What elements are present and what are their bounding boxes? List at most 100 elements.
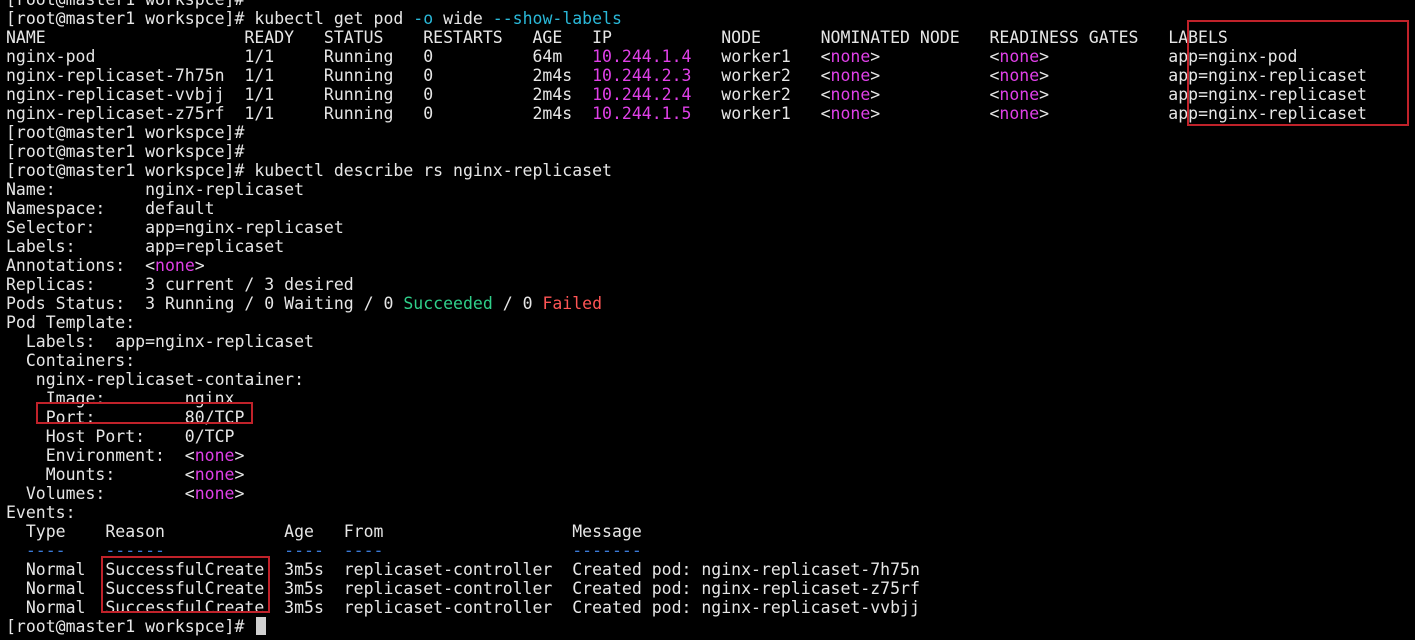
terminal-text: 10.244.1.5: [592, 104, 692, 123]
terminal-text: [root@master1 workspce]#: [6, 123, 245, 142]
terminal-text: >: [234, 446, 245, 465]
terminal-line: nginx-replicaset-z75rf 1/1 Running 0 2m4…: [6, 104, 1367, 123]
terminal-line: Pods Status: 3 Running / 0 Waiting / 0 S…: [6, 294, 602, 313]
terminal-text: Host Port: 0/TCP: [6, 427, 235, 446]
terminal-text: [root@master1 workspce]#: [6, 142, 245, 161]
terminal-text: none: [194, 484, 235, 503]
terminal-line: Mounts: <none>: [6, 465, 245, 484]
terminal-line: nginx-replicaset-7h75n 1/1 Running 0 2m4…: [6, 66, 1367, 85]
terminal-text: >: [234, 465, 245, 484]
terminal-line: [root@master1 workspce]# kubectl get pod…: [6, 9, 622, 28]
terminal-text: >: [234, 484, 245, 503]
terminal-line: [root@master1 workspce]#: [6, 123, 244, 142]
terminal-line: Port: 80/TCP: [6, 408, 245, 427]
terminal-text: none: [999, 104, 1040, 123]
terminal-line: Image: nginx: [6, 389, 235, 408]
terminal-text: none: [194, 465, 235, 484]
terminal-text: > app=nginx-pod: [1039, 47, 1298, 66]
terminal-cursor[interactable]: [256, 617, 267, 635]
terminal-line: Replicas: 3 current / 3 desired: [6, 275, 354, 294]
terminal-line: nginx-replicaset-vvbjj 1/1 Running 0 2m4…: [6, 85, 1367, 104]
terminal-line: Environment: <none>: [6, 446, 245, 465]
terminal-text: [root@master1 workspce]# kubectl get pod: [6, 9, 414, 28]
terminal-line: [root@master1 workspce]#: [6, 142, 244, 161]
terminal-text: worker1 <: [691, 104, 831, 123]
terminal-line: ---- ------ ---- ---- -------: [6, 541, 642, 560]
terminal-text: -o: [413, 9, 434, 28]
terminal-text: Failed: [542, 294, 603, 313]
terminal-line: Labels: app=nginx-replicaset: [6, 332, 314, 351]
terminal-line: NAME READY STATUS RESTARTS AGE IP NODE N…: [6, 28, 1228, 47]
terminal-text: > <: [870, 66, 1000, 85]
terminal-text: nginx-replicaset-vvbjj 1/1 Running 0 2m4…: [6, 85, 593, 104]
terminal-text: none: [999, 47, 1040, 66]
terminal-text: Containers:: [6, 351, 136, 370]
terminal-text: Type Reason Age From Message: [6, 522, 642, 541]
terminal-text: ---- ------ ---- ---- -------: [6, 541, 642, 560]
terminal-line: Normal SuccessfulCreate 3m5s replicaset-…: [6, 598, 920, 617]
terminal-text: [root@master1 workspce]# kubectl describ…: [6, 161, 612, 180]
terminal-line: Name: nginx-replicaset: [6, 180, 304, 199]
terminal-text: none: [999, 85, 1040, 104]
terminal-line: Containers:: [6, 351, 135, 370]
terminal-text: 10.244.2.4: [592, 85, 692, 104]
terminal-text: [root@master1 workspce]#: [6, 0, 254, 9]
terminal-text: Replicas: 3 current / 3 desired: [6, 275, 354, 294]
terminal-text: Events:: [6, 503, 76, 522]
terminal-line: Volumes: <none>: [6, 484, 245, 503]
terminal-text: [root@master1 workspce]#: [6, 617, 255, 636]
terminal-text: Normal SuccessfulCreate 3m5s replicaset-…: [6, 598, 920, 617]
terminal-line: Selector: app=nginx-replicaset: [6, 218, 344, 237]
terminal-line: Normal SuccessfulCreate 3m5s replicaset-…: [6, 579, 920, 598]
terminal-text: Mounts: <: [6, 465, 195, 484]
terminal-text: Selector: app=nginx-replicaset: [6, 218, 344, 237]
terminal-text: nginx-replicaset-container:: [6, 370, 305, 389]
terminal-text: Succeeded: [403, 294, 493, 313]
terminal-text: Port: 80/TCP: [6, 408, 245, 427]
terminal-text: Environment: <: [6, 446, 195, 465]
terminal-text: Normal SuccessfulCreate 3m5s replicaset-…: [6, 560, 920, 579]
terminal-text: --show-labels: [492, 9, 622, 28]
terminal-line: nginx-replicaset-container:: [6, 370, 304, 389]
terminal-text: >: [194, 256, 205, 275]
terminal-text: Image: nginx: [6, 389, 235, 408]
terminal-text: 10.244.2.3: [592, 66, 692, 85]
terminal-text: none: [830, 85, 871, 104]
terminal-text: worker2 <: [691, 66, 831, 85]
terminal-text: worker1 <: [691, 47, 831, 66]
terminal-text: Namespace: default: [6, 199, 215, 218]
terminal-text: Annotations: <: [6, 256, 156, 275]
terminal-text: none: [999, 66, 1040, 85]
terminal-text: 10.244.1.4: [592, 47, 692, 66]
terminal-text: > app=nginx-replicaset: [1039, 104, 1367, 123]
terminal-output[interactable]: [root@master1 workspce]# [root@master1 w…: [6, 0, 1415, 640]
terminal-line: Annotations: <none>: [6, 256, 205, 275]
terminal-line: Type Reason Age From Message: [6, 522, 642, 541]
terminal-text: > <: [870, 47, 1000, 66]
terminal-text: Pods Status: 3 Running / 0 Waiting / 0: [6, 294, 404, 313]
terminal-text: > app=nginx-replicaset: [1039, 85, 1367, 104]
terminal-text: worker2 <: [691, 85, 831, 104]
terminal-line: Normal SuccessfulCreate 3m5s replicaset-…: [6, 560, 920, 579]
terminal-text: Pod Template:: [6, 313, 136, 332]
terminal-text: > <: [870, 104, 1000, 123]
terminal-text: nginx-replicaset-z75rf 1/1 Running 0 2m4…: [6, 104, 593, 123]
terminal-text: Labels: app=nginx-replicaset: [6, 332, 314, 351]
terminal-text: none: [830, 47, 871, 66]
terminal-line: [root@master1 workspce]#: [6, 617, 267, 636]
terminal-line: Events:: [6, 503, 76, 522]
terminal-text: Normal SuccessfulCreate 3m5s replicaset-…: [6, 579, 920, 598]
terminal-line: nginx-pod 1/1 Running 0 64m 10.244.1.4 w…: [6, 47, 1297, 66]
terminal-text: none: [155, 256, 195, 275]
terminal-line: Namespace: default: [6, 199, 215, 218]
terminal-text: wide: [433, 9, 493, 28]
terminal-line: Pod Template:: [6, 313, 135, 332]
terminal-text: none: [194, 446, 235, 465]
terminal-text: / 0: [492, 294, 543, 313]
terminal-text: nginx-replicaset-7h75n 1/1 Running 0 2m4…: [6, 66, 593, 85]
terminal-line: [root@master1 workspce]#: [6, 0, 254, 9]
terminal-text: none: [830, 66, 871, 85]
terminal-line: Labels: app=replicaset: [6, 237, 284, 256]
terminal-text: NAME READY STATUS RESTARTS AGE IP NODE N…: [6, 28, 1228, 47]
terminal-text: Labels: app=replicaset: [6, 237, 285, 256]
